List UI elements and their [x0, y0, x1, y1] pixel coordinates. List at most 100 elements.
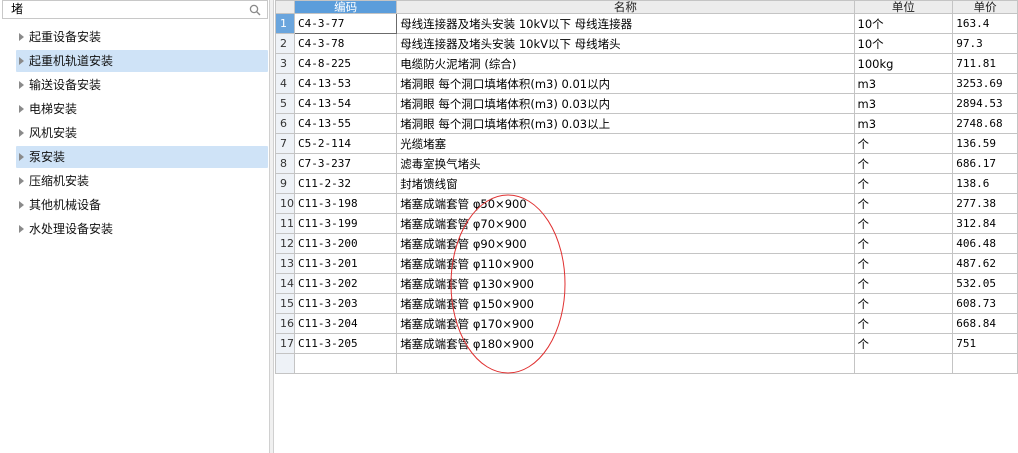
- name-cell[interactable]: 堵塞成端套管 φ180×900: [396, 333, 855, 354]
- name-cell[interactable]: 电缆防火泥堵洞 (综合): [396, 53, 855, 74]
- tree-item[interactable]: 起重设备安装: [16, 26, 268, 48]
- table-row[interactable]: 2 C4-3-78 母线连接器及堵头安装 10kV以下 母线堵头 10个 97.3: [275, 33, 1018, 54]
- code-cell[interactable]: C11-3-199: [293, 213, 398, 234]
- price-cell[interactable]: 668.84: [952, 313, 1018, 334]
- search-box[interactable]: [2, 0, 268, 19]
- price-cell[interactable]: 3253.69: [952, 73, 1018, 94]
- panel-splitter[interactable]: [270, 0, 274, 453]
- unit-cell[interactable]: 个: [853, 153, 954, 174]
- expand-arrow-icon[interactable]: [19, 129, 24, 137]
- unit-cell[interactable]: 个: [853, 273, 954, 294]
- name-cell[interactable]: 堵塞成端套管 φ130×900: [396, 273, 855, 294]
- row-number-cell[interactable]: 3: [275, 53, 295, 74]
- code-cell[interactable]: C11-3-203: [293, 293, 398, 314]
- table-row[interactable]: 13 C11-3-201 堵塞成端套管 φ110×900 个 487.62: [275, 253, 1018, 274]
- tree-item[interactable]: 泵安装: [16, 146, 268, 168]
- table-row[interactable]: 1 C4-3-77 母线连接器及堵头安装 10kV以下 母线连接器 10个 163.4: [275, 13, 1018, 34]
- name-cell[interactable]: 堵塞成端套管 φ90×900: [396, 233, 855, 254]
- code-cell[interactable]: C7-3-237: [293, 153, 398, 174]
- row-number-cell[interactable]: 6: [275, 113, 295, 134]
- price-cell[interactable]: 711.81: [952, 53, 1018, 74]
- table-row[interactable]: 4 C4-13-53 堵洞眼 每个洞口填堵体积(m3) 0.01以内 m3 3253.6…: [275, 73, 1018, 94]
- tree-item[interactable]: 其他机械设备: [16, 194, 268, 216]
- row-number-cell[interactable]: 15: [275, 293, 295, 314]
- tree-item[interactable]: 压缩机安装: [16, 170, 268, 192]
- expand-arrow-icon[interactable]: [19, 201, 24, 209]
- name-cell[interactable]: 堵塞成端套管 φ170×900: [396, 313, 855, 334]
- row-number-cell[interactable]: 7: [275, 133, 295, 154]
- unit-cell[interactable]: 个: [853, 193, 954, 214]
- price-header[interactable]: 单价: [952, 0, 1018, 14]
- code-cell[interactable]: C11-3-200: [293, 233, 398, 254]
- row-number-cell[interactable]: 8: [275, 153, 295, 174]
- row-number-cell[interactable]: 1: [275, 13, 295, 34]
- price-cell[interactable]: 138.6: [952, 173, 1018, 194]
- row-number-cell[interactable]: 2: [275, 33, 295, 54]
- expand-arrow-icon[interactable]: [19, 225, 24, 233]
- table-row[interactable]: 8 C7-3-237 滤毒室换气堵头个 686.17: [275, 153, 1018, 174]
- table-row[interactable]: 9 C11-2-32 封堵馈线窗个 138.6: [275, 173, 1018, 194]
- code-cell[interactable]: C11-3-204: [293, 313, 398, 334]
- expand-arrow-icon[interactable]: [19, 81, 24, 89]
- unit-cell[interactable]: m3: [853, 93, 954, 114]
- name-cell[interactable]: 堵洞眼 每个洞口填堵体积(m3) 0.01以内: [396, 73, 855, 94]
- name-cell[interactable]: 堵塞成端套管 φ50×900: [396, 193, 855, 214]
- unit-cell[interactable]: 个: [853, 133, 954, 154]
- code-cell[interactable]: C5-2-114: [293, 133, 398, 154]
- unit-header[interactable]: 单位: [853, 0, 954, 14]
- tree-item[interactable]: 起重机轨道安装: [16, 50, 268, 72]
- unit-cell[interactable]: m3: [853, 113, 954, 134]
- row-number-cell[interactable]: 11: [275, 213, 295, 234]
- table-row[interactable]: 3 C4-8-225 电缆防火泥堵洞 (综合) 100kg 711.81: [275, 53, 1018, 74]
- tree-item[interactable]: 输送设备安装: [16, 74, 268, 96]
- code-cell[interactable]: C4-3-78: [293, 33, 398, 54]
- expand-arrow-icon[interactable]: [19, 177, 24, 185]
- row-number-cell[interactable]: 13: [275, 253, 295, 274]
- table-row[interactable]: 6 C4-13-55 堵洞眼 每个洞口填堵体积(m3) 0.03以上 m3 2748.6…: [275, 113, 1018, 134]
- row-number-cell[interactable]: 17: [275, 333, 295, 354]
- unit-cell[interactable]: 个: [853, 253, 954, 274]
- name-cell[interactable]: 封堵馈线窗: [396, 173, 855, 194]
- name-cell[interactable]: 堵洞眼 每个洞口填堵体积(m3) 0.03以上: [396, 113, 855, 134]
- price-cell[interactable]: 406.48: [952, 233, 1018, 254]
- expand-arrow-icon[interactable]: [19, 57, 24, 65]
- code-header[interactable]: 编码: [293, 0, 398, 14]
- unit-cell[interactable]: 个: [853, 313, 954, 334]
- name-cell[interactable]: 光缆堵塞: [396, 133, 855, 154]
- table-row[interactable]: 17 C11-3-205 堵塞成端套管 φ180×900 个 751: [275, 333, 1018, 354]
- code-cell[interactable]: C4-3-77: [293, 13, 398, 34]
- row-number-cell[interactable]: 4: [275, 73, 295, 94]
- name-cell[interactable]: 母线连接器及堵头安装 10kV以下 母线堵头: [396, 33, 855, 54]
- expand-arrow-icon[interactable]: [19, 105, 24, 113]
- unit-cell[interactable]: 10个: [853, 13, 954, 34]
- row-number-cell[interactable]: 12: [275, 233, 295, 254]
- row-number-cell[interactable]: 16: [275, 313, 295, 334]
- code-cell[interactable]: C11-3-205: [293, 333, 398, 354]
- table-row[interactable]: 16 C11-3-204 堵塞成端套管 φ170×900 个 668.84: [275, 313, 1018, 334]
- price-cell[interactable]: 312.84: [952, 213, 1018, 234]
- price-cell[interactable]: 277.38: [952, 193, 1018, 214]
- code-cell[interactable]: C4-13-54: [293, 93, 398, 114]
- price-cell[interactable]: 97.3: [952, 33, 1018, 54]
- code-cell[interactable]: C4-13-55: [293, 113, 398, 134]
- table-row[interactable]: 14 C11-3-202 堵塞成端套管 φ130×900 个 532.05: [275, 273, 1018, 294]
- price-cell[interactable]: 487.62: [952, 253, 1018, 274]
- price-cell[interactable]: 2894.53: [952, 93, 1018, 114]
- row-number-cell[interactable]: 14: [275, 273, 295, 294]
- search-input[interactable]: [11, 1, 241, 18]
- price-cell[interactable]: 163.4: [952, 13, 1018, 34]
- price-cell[interactable]: 2748.68: [952, 113, 1018, 134]
- table-row[interactable]: 15 C11-3-203 堵塞成端套管 φ150×900 个 608.73: [275, 293, 1018, 314]
- name-cell[interactable]: 母线连接器及堵头安装 10kV以下 母线连接器: [396, 13, 855, 34]
- name-cell[interactable]: 堵塞成端套管 φ70×900: [396, 213, 855, 234]
- expand-arrow-icon[interactable]: [19, 153, 24, 161]
- name-cell[interactable]: 堵塞成端套管 φ110×900: [396, 253, 855, 274]
- price-cell[interactable]: 686.17: [952, 153, 1018, 174]
- table-row[interactable]: 5 C4-13-54 堵洞眼 每个洞口填堵体积(m3) 0.03以内 m3 2894.5…: [275, 93, 1018, 114]
- unit-cell[interactable]: m3: [853, 73, 954, 94]
- row-number-cell[interactable]: 10: [275, 193, 295, 214]
- unit-cell[interactable]: 个: [853, 233, 954, 254]
- code-cell[interactable]: C4-13-53: [293, 73, 398, 94]
- unit-cell[interactable]: 个: [853, 293, 954, 314]
- price-cell[interactable]: 136.59: [952, 133, 1018, 154]
